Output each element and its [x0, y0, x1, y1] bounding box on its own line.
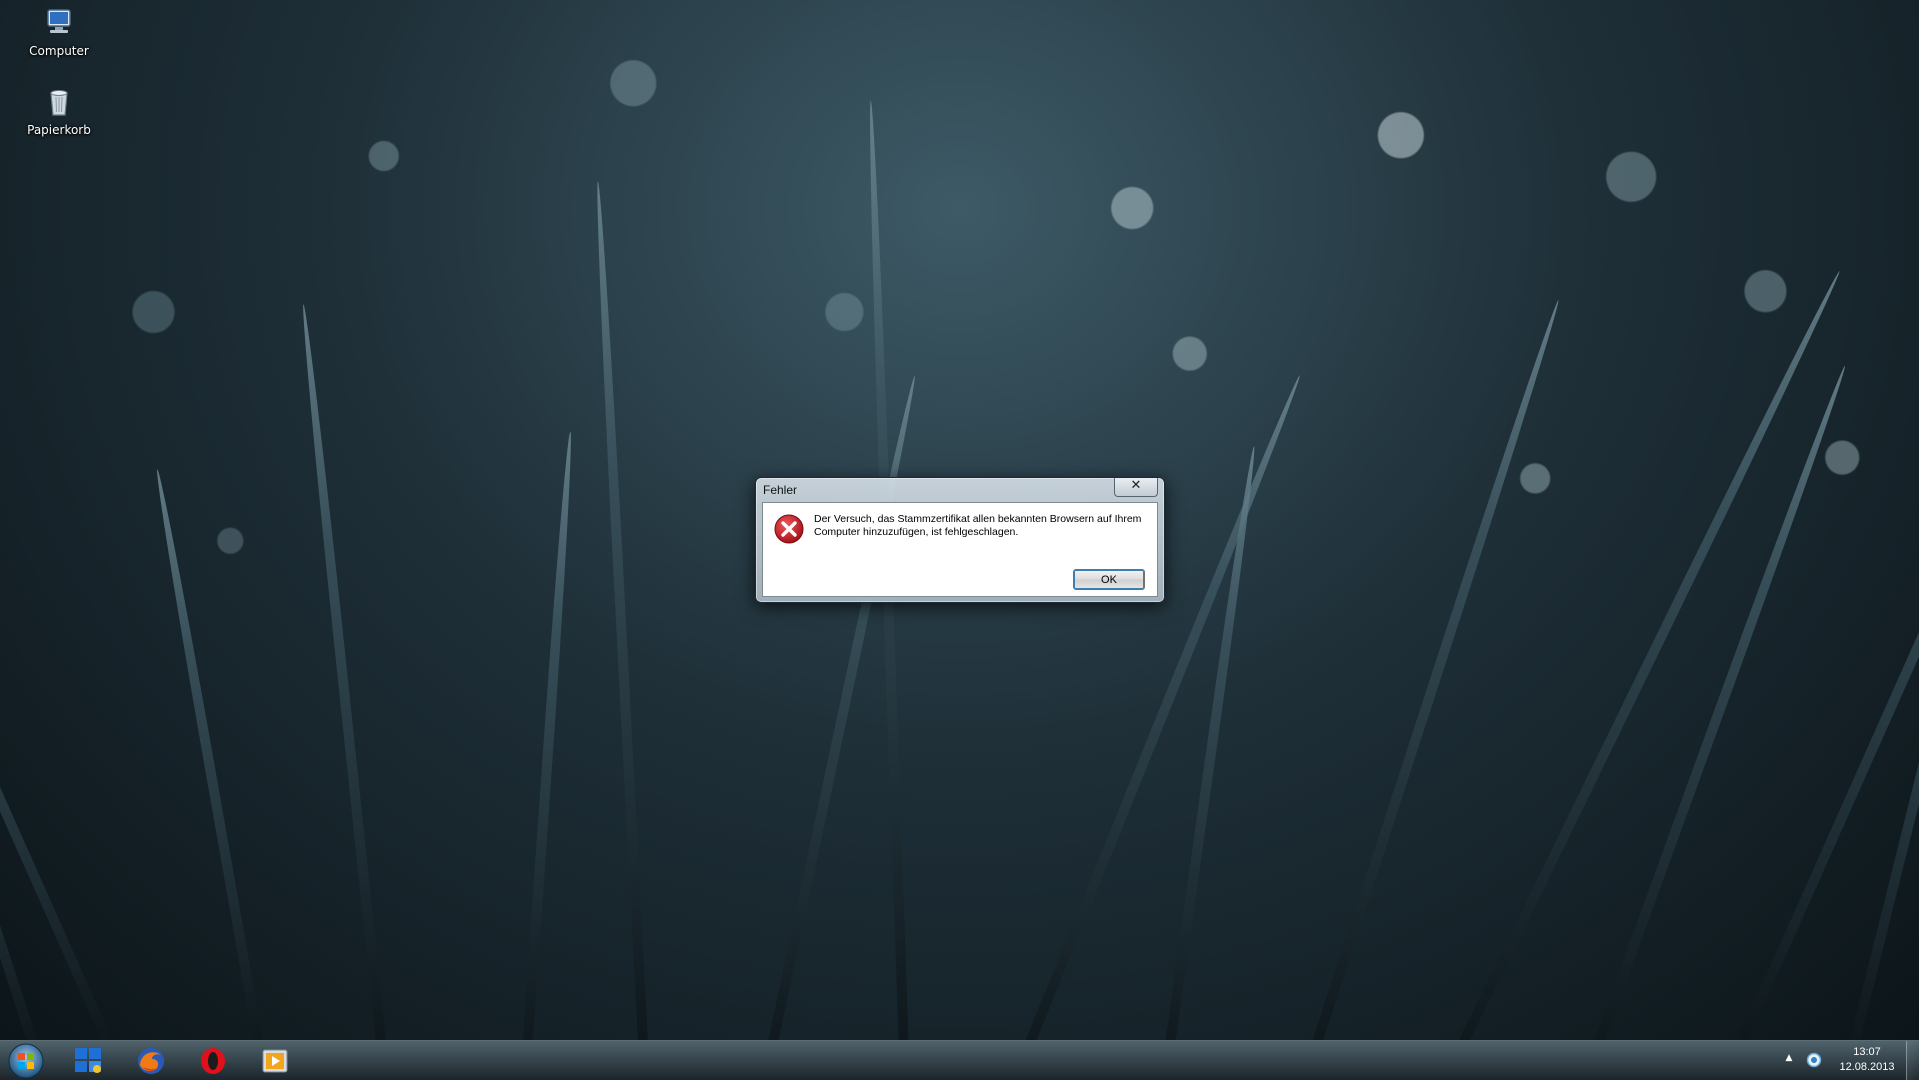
- firefox-icon: [138, 1048, 164, 1074]
- taskbar-app-start-menu-tiles[interactable]: [64, 1043, 114, 1079]
- opera-icon: [201, 1048, 225, 1074]
- desktop-wallpaper: Computer Papierkorb Fehler ✕ Der Versuch…: [0, 0, 1919, 1040]
- desktop-icon-recycle-bin[interactable]: Papierkorb: [19, 85, 99, 137]
- taskbar-clock[interactable]: 13:07 12.08.2013: [1832, 1045, 1902, 1075]
- wallpaper-grass: [1720, 292, 1919, 1040]
- wallpaper-grass: [298, 303, 390, 1040]
- wallpaper-grass: [1580, 364, 1850, 1040]
- windows-start-icon[interactable]: [6, 1042, 46, 1080]
- taskbar-app-media-player[interactable]: [250, 1043, 300, 1079]
- error-dialog: Fehler ✕ Der Versuch, das Stammzertifika…: [755, 477, 1165, 603]
- dialog-message: Der Versuch, das Stammzertifikat allen b…: [814, 513, 1142, 538]
- wallpaper-grass: [520, 431, 576, 1040]
- computer-icon: [47, 9, 71, 33]
- dialog-title: Fehler: [763, 483, 798, 497]
- start-menu-tiles-icon: [75, 1048, 101, 1073]
- tray-overflow-arrow[interactable]: ▲: [1783, 1053, 1795, 1065]
- media-player-icon: [262, 1049, 288, 1073]
- clock-time: 13:07: [1853, 1046, 1881, 1058]
- close-button[interactable]: ✕: [1114, 478, 1158, 497]
- recycle-bin-icon: [50, 90, 68, 116]
- wallpaper-grass: [152, 468, 270, 1040]
- ok-button[interactable]: OK: [1073, 569, 1145, 590]
- taskbar: ▲ 13:07 12.08.2013: [0, 1040, 1919, 1080]
- wallpaper-grass: [1160, 445, 1260, 1040]
- dialog-body: Der Versuch, das Stammzertifikat allen b…: [762, 502, 1158, 597]
- show-desktop-button[interactable]: [1906, 1041, 1919, 1080]
- error-icon: [774, 514, 804, 544]
- wallpaper-grass: [0, 545, 50, 1040]
- desktop-icon-computer[interactable]: Computer: [19, 6, 99, 58]
- taskbar-app-opera[interactable]: [188, 1043, 238, 1079]
- clock-date: 12.08.2013: [1839, 1061, 1895, 1073]
- wallpaper-grass: [1010, 373, 1305, 1040]
- network-icon[interactable]: [1806, 1052, 1822, 1068]
- wallpaper-grass: [592, 180, 650, 1040]
- desktop-icon-label: Computer: [29, 44, 89, 58]
- wallpaper-grass: [0, 438, 130, 1040]
- desktop-icon-label: Papierkorb: [27, 123, 91, 137]
- taskbar-app-firefox[interactable]: [126, 1043, 176, 1079]
